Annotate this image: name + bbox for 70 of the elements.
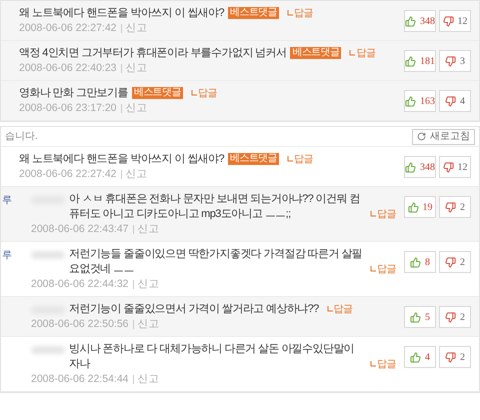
thumbs-up-icon bbox=[405, 162, 416, 172]
like-button[interactable]: 163 bbox=[404, 90, 436, 112]
reply-link[interactable]: 답글 bbox=[326, 302, 352, 317]
reply-marker: 루 bbox=[2, 194, 12, 208]
reply-link[interactable]: 답글 bbox=[370, 357, 396, 372]
comment-text: 아 ㅅㅂ 휴대폰은 전화나 문자만 보내면 되는거아냐?? 이건뭐 컴퓨터도 아니고 디카도아니고 mp3도아니고 ㅡㅡ;; bbox=[69, 192, 361, 222]
like-button[interactable]: 348 bbox=[404, 10, 436, 32]
reply-link[interactable]: 답글 bbox=[349, 46, 376, 61]
comment-date: 2008-06-06 22:27:42 bbox=[19, 21, 116, 35]
report-link[interactable]: 신고 bbox=[138, 372, 160, 386]
dislike-button[interactable]: 2 bbox=[439, 251, 471, 273]
thumbs-down-icon bbox=[445, 96, 456, 106]
like-button[interactable]: 19 bbox=[404, 196, 436, 218]
dislike-button[interactable]: 12 bbox=[439, 10, 471, 32]
like-button[interactable]: 348 bbox=[404, 156, 436, 178]
refresh-button[interactable]: 새로고침 bbox=[412, 128, 475, 144]
report-link[interactable]: 신고 bbox=[138, 277, 160, 291]
comment-date: 2008-06-06 22:54:44 bbox=[31, 372, 128, 386]
reply-link[interactable]: 답글 bbox=[370, 207, 396, 222]
like-button[interactable]: 181 bbox=[404, 50, 436, 72]
comment-text: 저런기능들 줄줄이있으면 딱한가지좋겟다 가격절감 따른거 살필요없것네 ㅡㅡ bbox=[69, 247, 362, 277]
thumbs-up-icon bbox=[408, 202, 418, 212]
blurred-name bbox=[31, 346, 65, 354]
thumbs-down-icon bbox=[445, 202, 456, 212]
thumbs-down-icon bbox=[445, 312, 456, 322]
comment-text: 왜 노트북에다 핸드폰을 박아쓰지 이 씹새야? bbox=[19, 152, 224, 167]
comment-text: 빙시나 폰하나로 다 대체가능하니 다른거 살돈 아낄수있단말이자나 bbox=[69, 342, 356, 372]
like-button[interactable]: 8 bbox=[404, 251, 436, 273]
comment-date: 2008-06-06 22:50:56 bbox=[31, 317, 128, 331]
like-button[interactable]: 5 bbox=[404, 306, 436, 328]
report-link[interactable]: 신고 bbox=[126, 167, 148, 181]
dislike-button[interactable]: 12 bbox=[439, 156, 471, 178]
comment-text: 저런기능이 줄줄있으면서 가격이 쌀거라고 예상하냐?? bbox=[69, 302, 319, 317]
dislike-button[interactable]: 2 bbox=[439, 196, 471, 218]
best-comment-badge: 베스트댓글 bbox=[228, 153, 280, 165]
reply-link[interactable]: 답글 bbox=[370, 262, 396, 277]
best-comment-badge: 베스트댓글 bbox=[228, 7, 280, 19]
blurred-name bbox=[31, 251, 65, 259]
thumbs-down-icon bbox=[442, 16, 454, 26]
thumbs-up-icon bbox=[405, 16, 416, 26]
refresh-icon bbox=[417, 132, 426, 141]
thumbs-up-icon bbox=[410, 352, 421, 362]
comment-date: 2008-06-06 23:17:20 bbox=[19, 101, 116, 115]
dislike-button[interactable]: 2 bbox=[439, 346, 471, 368]
comment-date: 2008-06-06 22:27:42 bbox=[19, 167, 116, 181]
comment-date: 2008-06-06 22:43:47 bbox=[31, 222, 128, 236]
thumbs-down-icon bbox=[445, 352, 456, 362]
thumbs-down-icon bbox=[445, 56, 456, 66]
reply-link[interactable]: 답글 bbox=[287, 152, 313, 167]
like-button[interactable]: 4 bbox=[404, 346, 436, 368]
reply-marker: 루 bbox=[2, 249, 12, 263]
thumbs-down-icon bbox=[445, 256, 456, 268]
reply-link[interactable]: 답글 bbox=[287, 6, 313, 21]
dislike-button[interactable]: 4 bbox=[439, 90, 471, 112]
comment-text: 액정 4인치면 그거부터가 휴대폰이라 부를수가없지 넘커서 bbox=[19, 46, 286, 61]
dislike-button[interactable]: 3 bbox=[439, 50, 471, 72]
comment-text: 왜 노트북에다 핸드폰을 박아쓰지 이 씹새야? bbox=[19, 6, 224, 21]
best-comment-badge: 베스트댓글 bbox=[132, 87, 183, 99]
comment-date: 2008-06-06 22:44:32 bbox=[31, 277, 128, 291]
thumbs-up-icon bbox=[410, 312, 421, 322]
comment-date: 2008-06-06 22:40:23 bbox=[19, 61, 116, 75]
thumbs-up-icon bbox=[410, 256, 421, 268]
thumbs-up-icon bbox=[405, 96, 416, 106]
dislike-button[interactable]: 2 bbox=[439, 306, 471, 328]
reply-link[interactable]: 답글 bbox=[190, 86, 217, 101]
thumbs-up-icon bbox=[405, 56, 416, 66]
notice-text: 습니다. bbox=[5, 130, 38, 144]
thumbs-down-icon bbox=[442, 162, 454, 172]
best-comment-badge: 베스트댓글 bbox=[290, 47, 342, 59]
comment-text: 영화나 만화 그만보기를 bbox=[19, 86, 128, 101]
